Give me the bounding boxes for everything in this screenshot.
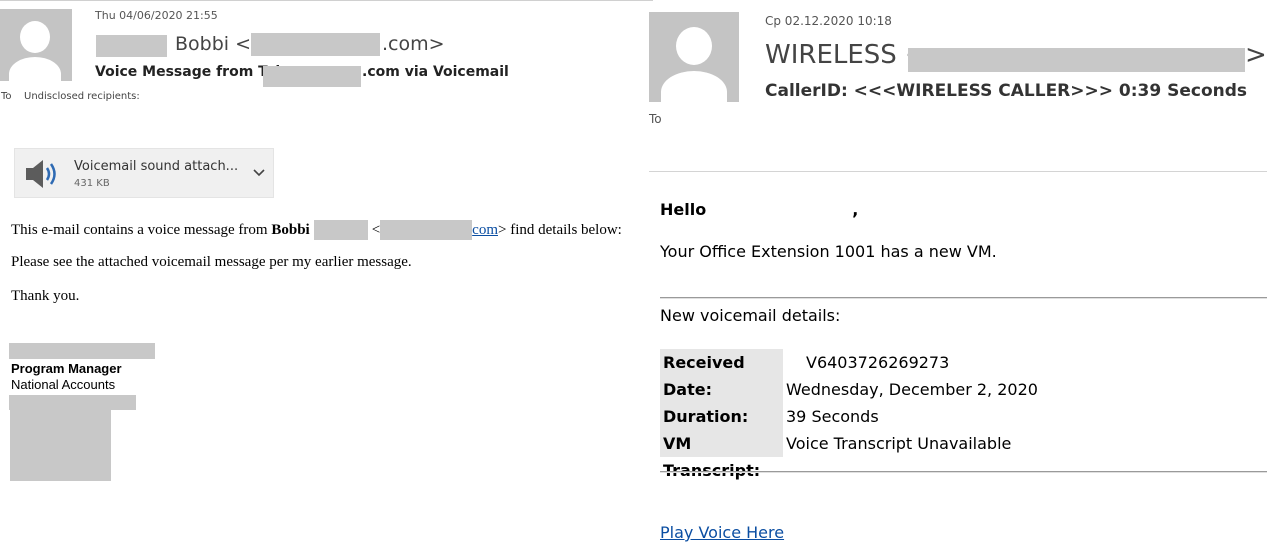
- details-value-duration: 39 Seconds: [786, 407, 879, 426]
- body-sender-name: Bobbi: [271, 222, 310, 238]
- redacted-signature-contact: [9, 395, 136, 410]
- body-line-1-suffix: > find details below:: [498, 222, 622, 238]
- details-heading: New voicemail details:: [660, 306, 841, 325]
- header-divider: [649, 171, 1267, 172]
- body-line-1-prefix: This e-mail contains a voice message fro…: [11, 222, 272, 238]
- sender-name: Bobbi <: [175, 33, 252, 55]
- signature-department: National Accounts: [11, 377, 116, 392]
- attachment-name: Voicemail sound attach...: [74, 159, 239, 174]
- signature-title: Program Manager: [11, 361, 122, 376]
- details-label-transcript: VM Transcript:: [660, 430, 783, 480]
- attachment-card[interactable]: Voicemail sound attach... 431 KB: [14, 148, 274, 198]
- email-timestamp: Ср 02.12.2020 10:18: [765, 14, 892, 28]
- redacted-sender-email: [908, 48, 1245, 72]
- redacted-subject-phone: [263, 66, 361, 87]
- details-label-duration: Duration:: [660, 403, 783, 430]
- to-label: To: [649, 112, 662, 126]
- details-value-transcript: Voice Transcript Unavailable: [786, 434, 1012, 453]
- left-top-border: [0, 0, 653, 1]
- greeting: Hello,: [660, 200, 858, 219]
- details-label-date: Date:: [660, 376, 783, 403]
- chevron-down-icon[interactable]: [253, 168, 265, 178]
- intro-text: Your Office Extension 1001 has a new VM.: [660, 242, 997, 261]
- body-line-3: Thank you.: [11, 288, 80, 304]
- avatar-body-shape: [661, 71, 727, 102]
- play-voice-link[interactable]: Play Voice Here: [660, 523, 784, 542]
- attachment-size: 431 KB: [74, 178, 110, 189]
- sender-angle-close: >: [1245, 40, 1267, 70]
- email-subject: CallerID: <<<WIRELESS CALLER>>> 0:39 Sec…: [765, 81, 1248, 101]
- body-line-1: This e-mail contains a voice message fro…: [11, 220, 622, 240]
- redacted-body-surname: [313, 220, 368, 240]
- sender-email-link[interactable]: com: [472, 222, 498, 238]
- details-value-date: Wednesday, December 2, 2020: [786, 380, 1038, 399]
- greeting-comma: ,: [852, 200, 859, 219]
- email-subject-suffix: .com via Voicemail: [362, 64, 509, 80]
- details-divider-top: [660, 297, 1267, 299]
- details-label-received: Received from:: [660, 349, 783, 399]
- details-divider-bottom: [660, 471, 1267, 473]
- redacted-signature-logo: [10, 410, 111, 481]
- body-line-2: Please see the attached voicemail messag…: [11, 254, 412, 270]
- avatar-head-shape: [676, 27, 712, 65]
- speaker-icon: [26, 160, 56, 188]
- sender-domain: .com>: [382, 33, 445, 55]
- redacted-body-email: [380, 220, 473, 240]
- email-timestamp: Thu 04/06/2020 21:55: [95, 9, 218, 22]
- to-label: To: [1, 91, 12, 102]
- avatar-body-shape: [9, 57, 61, 81]
- to-recipients: Undisclosed recipients:: [24, 91, 140, 102]
- body-angle-open: <: [371, 222, 381, 238]
- greeting-text: Hello: [660, 200, 707, 219]
- avatar-head-shape: [20, 21, 50, 53]
- redacted-sender-first: [96, 35, 167, 57]
- sender-name: WIRELESS <: [765, 40, 927, 70]
- redacted-signature-name: [9, 343, 155, 359]
- details-value-received: V6403726269273: [806, 353, 950, 372]
- redacted-sender-email: [251, 33, 380, 56]
- email-subject-prefix: Voice Message from Tel:: [95, 64, 286, 80]
- sender-avatar: [0, 9, 72, 81]
- sender-avatar: [649, 12, 739, 102]
